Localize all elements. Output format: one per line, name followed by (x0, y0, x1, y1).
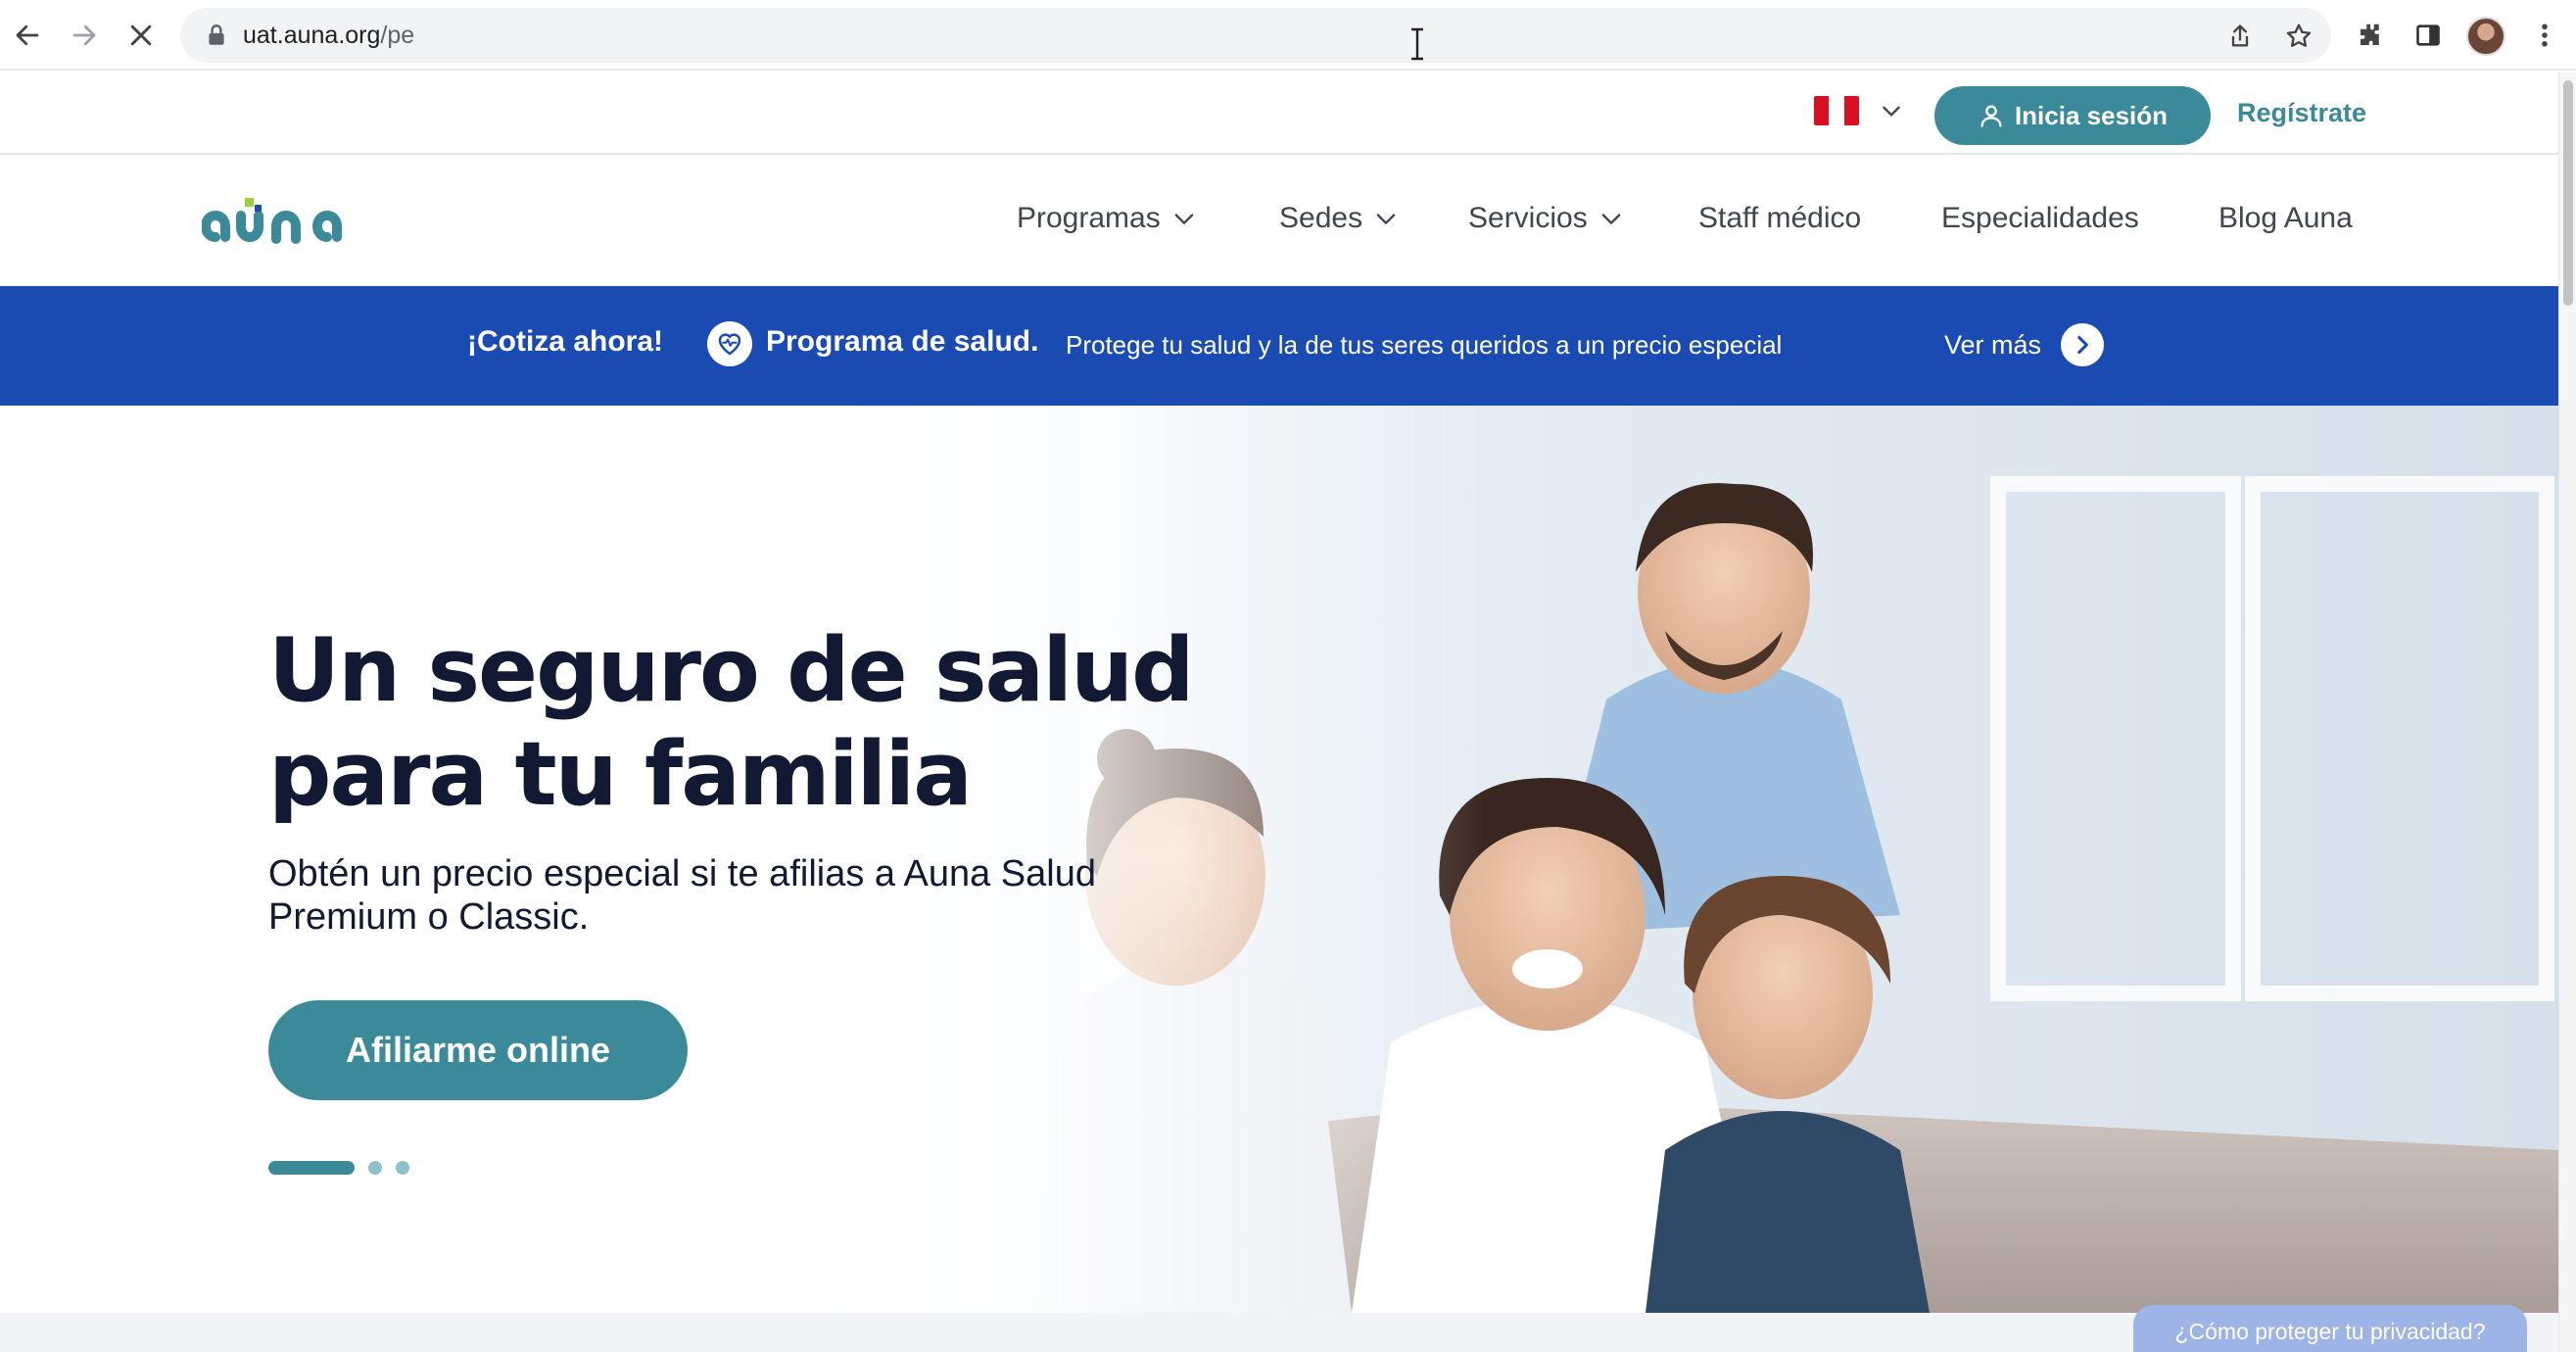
stop-loading-button[interactable] (118, 12, 165, 59)
auna-logo[interactable] (202, 190, 398, 253)
banner-ver-mas-link[interactable]: Ver más (1944, 330, 2041, 361)
main-navigation: Programas Sedes Servicios Staff médico E… (0, 157, 2558, 286)
banner-program-title: Programa de salud. (766, 325, 1039, 358)
hero-title-line2: para tu familia (268, 723, 973, 826)
back-button[interactable] (4, 12, 51, 59)
address-bar[interactable]: uat.auna.org/pe (180, 8, 2331, 63)
nav-sedes-label: Sedes (1279, 202, 1363, 234)
hero-title: Un seguro de salud para tu familia (268, 619, 1346, 827)
nav-blog-auna[interactable]: Blog Auna (2218, 202, 2353, 235)
arrow-right-icon (72, 24, 96, 46)
extensions-button[interactable] (2351, 16, 2390, 55)
carousel-dot-3[interactable] (396, 1161, 409, 1175)
banner-cotiza: ¡Cotiza ahora! (467, 325, 664, 358)
page-scrollbar[interactable] (2558, 72, 2576, 1352)
hero-subtitle-line2: Premium o Classic. (268, 896, 590, 938)
browser-toolbar: uat.auna.org/pe (0, 0, 2576, 71)
heart-badge (707, 321, 752, 366)
register-link[interactable]: Regístrate (2237, 98, 2366, 128)
nav-especialidades-label: Especialidades (1941, 202, 2139, 234)
url-host: uat.auna.org (243, 22, 381, 49)
carousel-indicators (268, 1160, 409, 1176)
promo-banner[interactable]: ¡Cotiza ahora! Programa de salud. Proteg… (0, 286, 2558, 406)
utility-bar: Inicia sesión Regístrate (0, 72, 2558, 155)
hero-section: Un seguro de salud para tu familia Obtén… (0, 406, 2558, 1313)
puzzle-icon (2361, 24, 2379, 45)
star-icon (2286, 24, 2312, 47)
chevron-right-icon (2077, 335, 2088, 355)
profile-avatar[interactable] (2466, 17, 2505, 56)
url-text: uat.auna.org/pe (243, 22, 414, 50)
browser-menu-button[interactable] (2525, 16, 2564, 55)
carousel-dot-2[interactable] (368, 1161, 382, 1175)
nav-servicios[interactable]: Servicios (1468, 202, 1625, 235)
banner-text: Protege tu salud y la de tus seres queri… (1066, 330, 1783, 360)
user-icon (1980, 105, 2002, 127)
lock-icon (209, 24, 224, 45)
nav-staff-label: Staff médico (1698, 202, 1862, 234)
text-cursor-icon (1411, 27, 1423, 61)
chevron-down-icon (1376, 214, 1396, 224)
share-button[interactable] (2223, 20, 2257, 53)
hero-title-line1: Un seguro de salud (268, 619, 1195, 722)
close-icon (130, 24, 152, 46)
arrow-left-icon (16, 24, 39, 46)
heart-pulse-icon (718, 333, 741, 356)
nav-servicios-label: Servicios (1468, 202, 1588, 234)
login-button[interactable]: Inicia sesión (1934, 86, 2211, 145)
nav-sedes[interactable]: Sedes (1279, 202, 1400, 235)
chevron-down-icon (1601, 214, 1621, 224)
hero-subtitle: Obtén un precio especial si te afilias a… (268, 852, 1248, 939)
nav-programas[interactable]: Programas (1017, 202, 1198, 235)
nav-blog-label: Blog Auna (2218, 202, 2353, 234)
nav-especialidades[interactable]: Especialidades (1941, 202, 2139, 235)
share-icon (2231, 24, 2249, 47)
hero-subtitle-line1: Obtén un precio especial si te afilias a… (268, 853, 1096, 894)
url-path: /pe (380, 22, 415, 49)
side-panel-icon (2416, 24, 2440, 46)
carousel-dot-1-active[interactable] (268, 1161, 355, 1175)
scrollbar-thumb[interactable] (2563, 80, 2573, 306)
nav-programas-label: Programas (1017, 202, 1161, 234)
country-flag-peru[interactable] (1814, 96, 1859, 125)
privacy-tab[interactable]: ¿Cómo proteger tu privacidad? (2133, 1305, 2527, 1352)
bookmark-button[interactable] (2282, 20, 2315, 53)
chevron-down-icon[interactable] (1879, 98, 1904, 123)
login-label: Inicia sesión (2014, 100, 2169, 130)
kebab-menu-icon (2542, 24, 2548, 47)
nav-staff-medico[interactable]: Staff médico (1698, 202, 1861, 235)
chevron-down-icon (1174, 214, 1194, 224)
banner-next-button[interactable] (2061, 323, 2104, 366)
afiliarme-online-button[interactable]: Afiliarme online (268, 1000, 688, 1100)
side-panel-button[interactable] (2409, 16, 2448, 55)
forward-button[interactable] (61, 12, 108, 59)
